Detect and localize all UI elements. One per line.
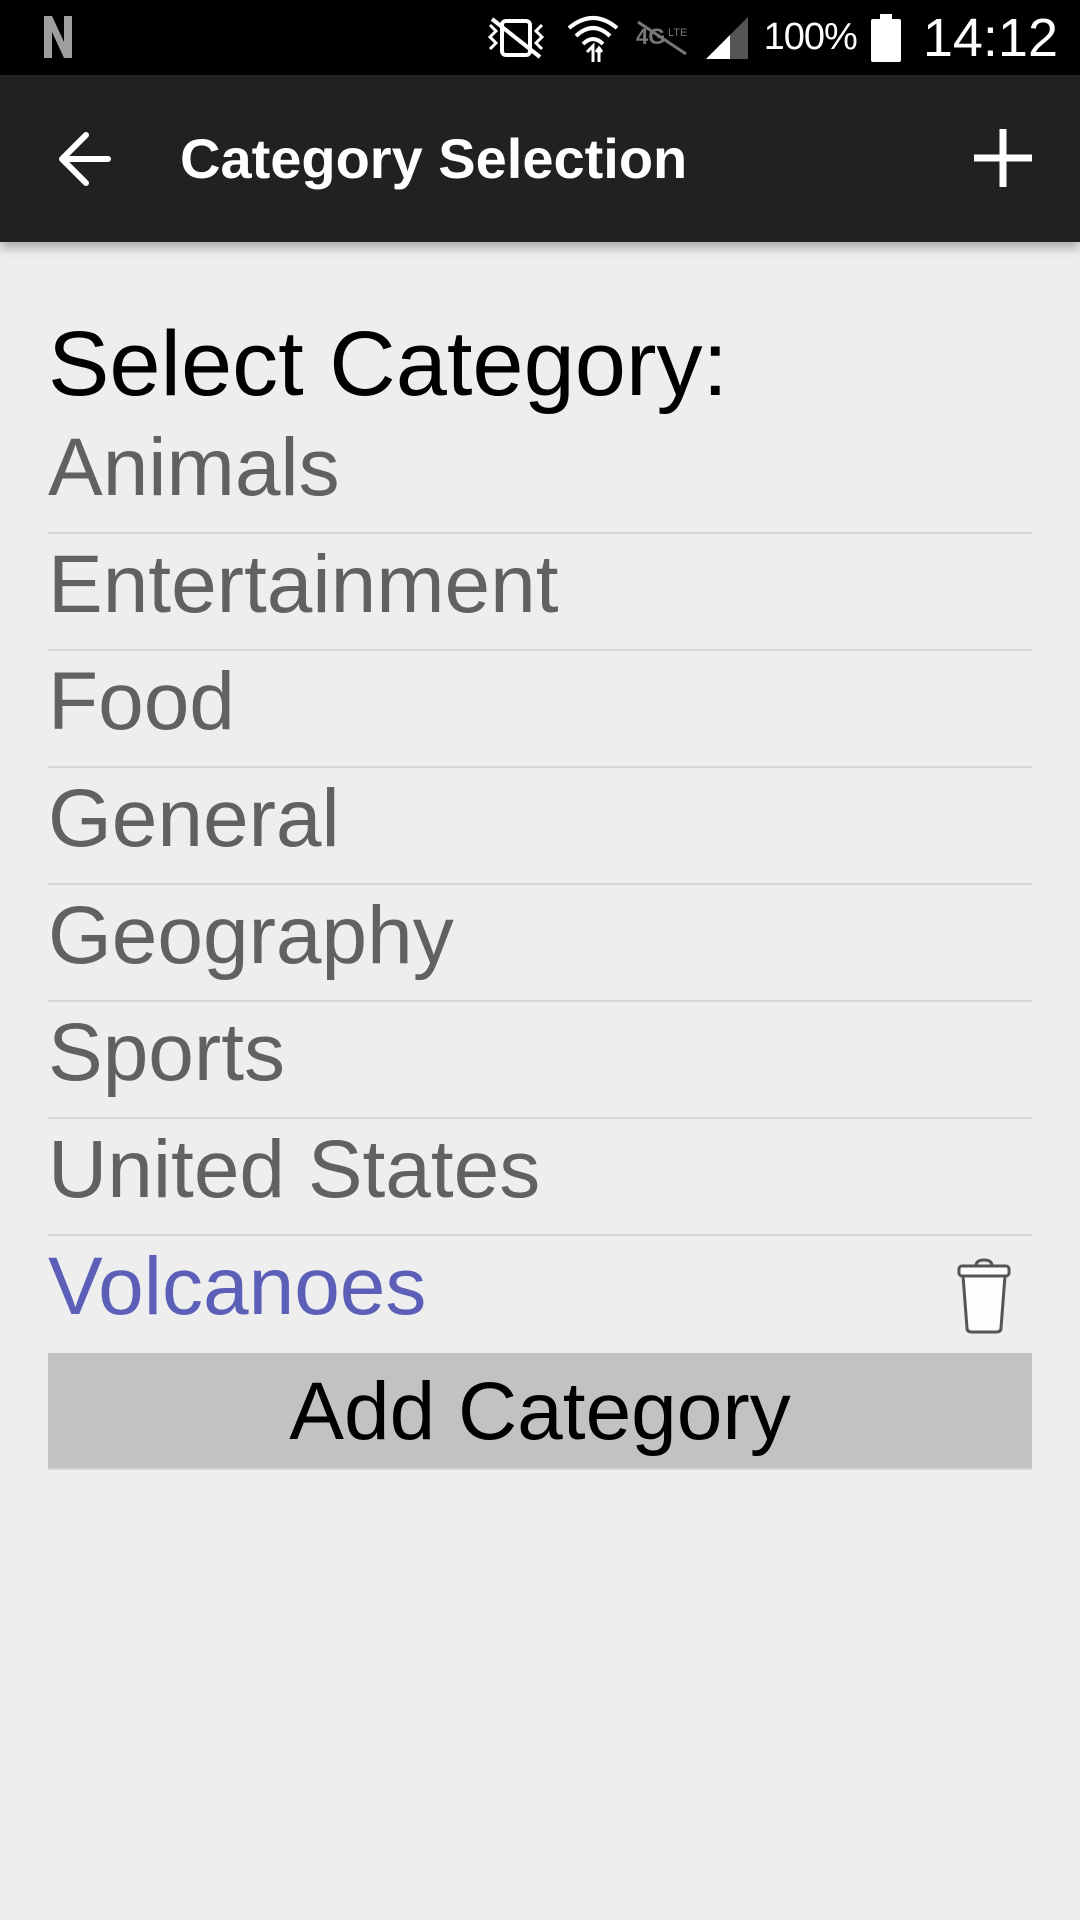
category-label: Sports <box>48 1007 285 1098</box>
category-label: Geography <box>48 890 454 981</box>
svg-text:LTE: LTE <box>668 27 687 39</box>
clock: 14:12 <box>922 7 1058 68</box>
signal-icon <box>704 15 750 61</box>
category-item-volcanoes[interactable]: Volcanoes <box>48 1236 1032 1353</box>
app-bar: Category Selection <box>0 75 1080 242</box>
category-label: Food <box>48 656 235 747</box>
category-item-entertainment[interactable]: Entertainment <box>48 534 1032 651</box>
page-heading: Select Category: <box>48 313 729 415</box>
app-title: Category Selection <box>180 127 688 190</box>
category-label: Volcanoes <box>48 1241 427 1332</box>
4g-lte-icon: 4G LTE <box>634 18 690 58</box>
trash-icon[interactable] <box>956 1248 1012 1334</box>
n-notification-icon <box>40 12 76 67</box>
main-content: Select Category: Animals Entertainment F… <box>48 242 1032 1470</box>
status-icons: 4G LTE 100% 14:12 <box>480 0 1058 75</box>
plus-icon <box>970 129 1036 195</box>
add-category-icon-button[interactable] <box>970 125 1036 191</box>
category-label: Animals <box>48 422 340 513</box>
battery-icon <box>870 13 901 62</box>
category-item-sports[interactable]: Sports <box>48 1002 1032 1119</box>
vibrate-mute-icon <box>480 15 552 61</box>
category-item-animals[interactable]: Animals <box>48 417 1032 534</box>
category-item-geography[interactable]: Geography <box>48 885 1032 1002</box>
add-category-button[interactable]: Add Category <box>48 1353 1032 1470</box>
category-list: Animals Entertainment Food General Geogr… <box>48 417 1032 1353</box>
category-label: United States <box>48 1124 541 1215</box>
category-item-general[interactable]: General <box>48 768 1032 885</box>
category-item-united-states[interactable]: United States <box>48 1119 1032 1236</box>
category-label: General <box>48 773 340 864</box>
arrow-left-icon <box>50 132 120 195</box>
wifi-icon <box>566 12 620 64</box>
category-item-food[interactable]: Food <box>48 651 1032 768</box>
category-label: Entertainment <box>48 539 559 630</box>
status-bar: 4G LTE 100% 14:12 <box>0 0 1080 75</box>
battery-percent: 100% <box>763 16 858 58</box>
back-button[interactable] <box>50 127 120 191</box>
